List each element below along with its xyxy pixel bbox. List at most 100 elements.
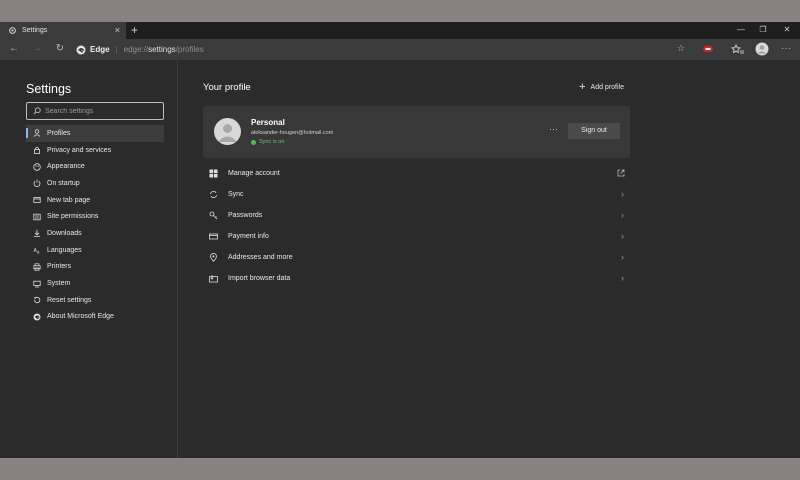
- favorites-icon[interactable]: [731, 42, 745, 56]
- language-icon: Aa: [34, 248, 41, 255]
- manage-account-row[interactable]: Manage account: [203, 163, 630, 184]
- addresses-row[interactable]: Addresses and more ›: [203, 247, 630, 268]
- tab-settings[interactable]: Settings ×: [0, 22, 126, 39]
- extension-icon[interactable]: [701, 42, 715, 56]
- add-profile-label: Add profile: [590, 83, 624, 91]
- system-icon: [33, 280, 41, 287]
- profile-name: Personal: [251, 118, 285, 127]
- gear-icon: [9, 27, 16, 34]
- sidebar-item-profiles[interactable]: Profiles: [26, 125, 164, 142]
- address-bar[interactable]: Edge | edge://settings/profiles ☆: [76, 41, 691, 58]
- person-icon: [33, 129, 41, 138]
- palette-icon: [33, 163, 41, 171]
- profile-settings-list: Manage account Sync › Passwords › Paymen…: [203, 163, 630, 289]
- newtab-icon: [33, 197, 41, 203]
- lock-icon: [34, 146, 40, 154]
- edge-logo-icon: [76, 45, 86, 54]
- edge-icon: [33, 313, 41, 321]
- plus-icon: +: [579, 81, 586, 93]
- sidebar-item-label: System: [47, 280, 71, 288]
- site-label: Edge: [90, 45, 110, 54]
- sidebar-item-languages[interactable]: Aa Languages: [26, 242, 164, 259]
- row-label: Payment info: [228, 233, 269, 240]
- sidebar-item-site-permissions[interactable]: Site permissions: [26, 208, 164, 225]
- profile-avatar-icon[interactable]: [755, 42, 769, 56]
- minimize-button[interactable]: —: [730, 22, 752, 39]
- back-arrow-icon[interactable]: ←: [7, 42, 21, 56]
- close-window-button[interactable]: ✕: [776, 22, 798, 39]
- settings-sidebar: Settings Profiles Privacy and services A…: [0, 60, 178, 458]
- windows-icon: [209, 169, 218, 178]
- sidebar-item-privacy[interactable]: Privacy and services: [26, 142, 164, 159]
- search-settings-field[interactable]: [26, 102, 164, 120]
- download-icon: [34, 230, 40, 238]
- import-icon: [209, 275, 218, 283]
- search-icon: [33, 107, 41, 115]
- chevron-right-icon: ›: [621, 189, 624, 199]
- sidebar-item-reset-settings[interactable]: Reset settings: [26, 292, 164, 309]
- sync-status-icon: [251, 139, 256, 145]
- row-label: Passwords: [228, 212, 263, 219]
- key-icon: [209, 211, 218, 220]
- sidebar-item-downloads[interactable]: Downloads: [26, 225, 164, 242]
- sync-row[interactable]: Sync ›: [203, 184, 630, 205]
- chevron-right-icon: ›: [621, 273, 624, 283]
- chevron-right-icon: ›: [621, 210, 624, 220]
- sidebar-item-label: New tab page: [47, 196, 91, 204]
- payment-info-row[interactable]: Payment info ›: [203, 226, 630, 247]
- row-label: Addresses and more: [228, 254, 293, 261]
- site-permissions-icon: [33, 213, 41, 220]
- profile-email: aleksander-hougen@hotmail.com: [251, 130, 334, 136]
- sidebar-item-system[interactable]: System: [26, 275, 164, 292]
- sidebar-item-appearance[interactable]: Appearance: [26, 158, 164, 175]
- tab-close-icon[interactable]: ×: [115, 25, 120, 35]
- sidebar-title: Settings: [26, 82, 72, 96]
- sidebar-item-label: On startup: [47, 179, 80, 187]
- passwords-row[interactable]: Passwords ›: [203, 205, 630, 226]
- sync-icon: [210, 191, 217, 198]
- import-browser-data-row[interactable]: Import browser data ›: [203, 268, 630, 289]
- sync-status: Sync is on: [251, 139, 284, 145]
- chevron-right-icon: ›: [621, 252, 624, 262]
- chevron-right-icon: ›: [621, 231, 624, 241]
- address-separator: |: [115, 45, 118, 54]
- refresh-icon[interactable]: ↻: [53, 42, 67, 56]
- row-label: Sync: [228, 191, 244, 198]
- sidebar-item-about[interactable]: About Microsoft Edge: [26, 309, 164, 326]
- power-icon: [33, 180, 41, 188]
- sidebar-item-label: Printers: [47, 263, 72, 271]
- svg-text:a: a: [37, 250, 40, 255]
- title-bar: Settings × + — ❐ ✕: [0, 22, 800, 39]
- tab-title: Settings: [22, 27, 48, 34]
- more-options-icon[interactable]: ···: [549, 124, 558, 134]
- location-icon: [210, 253, 217, 262]
- printer-icon: [33, 263, 41, 271]
- more-menu-icon[interactable]: ···: [779, 42, 793, 56]
- sidebar-item-label: Profiles: [47, 129, 71, 137]
- card-icon: [209, 233, 218, 240]
- sign-out-button[interactable]: Sign out: [568, 123, 620, 139]
- add-profile-button[interactable]: + Add profile: [579, 81, 624, 93]
- sidebar-item-label: Languages: [47, 246, 82, 254]
- toolbar: ← → ↻ Edge | edge://settings/profiles ☆: [0, 39, 800, 60]
- search-input[interactable]: [45, 107, 155, 115]
- sidebar-item-label: Reset settings: [47, 296, 92, 304]
- forward-arrow-icon[interactable]: →: [30, 42, 44, 56]
- person-avatar-icon: [218, 124, 237, 142]
- restore-button[interactable]: ❐: [752, 22, 774, 39]
- sidebar-item-new-tab-page[interactable]: New tab page: [26, 192, 164, 209]
- sidebar-item-on-startup[interactable]: On startup: [26, 175, 164, 192]
- sidebar-nav: Profiles Privacy and services Appearance…: [26, 125, 164, 325]
- reset-icon: [33, 296, 41, 304]
- external-link-icon: [617, 169, 625, 177]
- profile-card: Personal aleksander-hougen@hotmail.com S…: [203, 106, 630, 158]
- favorite-star-icon[interactable]: ☆: [677, 43, 685, 54]
- sidebar-item-label: Site permissions: [47, 213, 99, 221]
- row-label: Manage account: [228, 170, 280, 177]
- new-tab-button[interactable]: +: [131, 23, 138, 37]
- url-text: edge://settings/profiles: [123, 45, 204, 54]
- sidebar-item-label: About Microsoft Edge: [47, 313, 114, 321]
- sidebar-item-printers[interactable]: Printers: [26, 259, 164, 276]
- page-title: Your profile: [203, 82, 251, 93]
- sync-status-label: Sync is on: [259, 139, 285, 145]
